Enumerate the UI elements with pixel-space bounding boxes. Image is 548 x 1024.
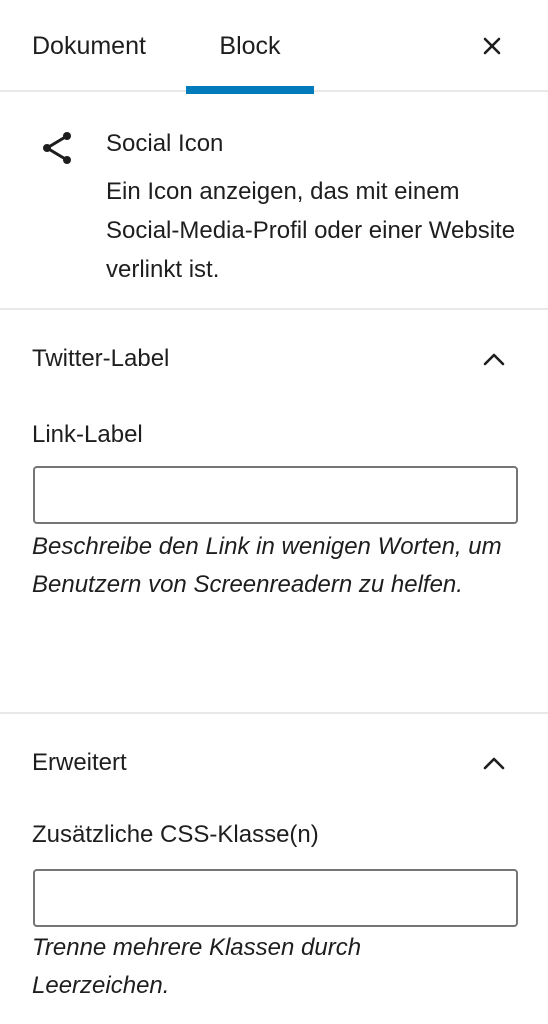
tab-block[interactable]: Block <box>186 0 314 94</box>
chevron-up-icon[interactable] <box>480 346 508 374</box>
panel-toggle-twitter-label[interactable]: Twitter-Label <box>32 340 169 378</box>
link-label-input[interactable] <box>33 466 518 524</box>
block-title: Social Icon <box>106 130 224 157</box>
share-icon <box>38 128 78 168</box>
block-inspector-sidebar: Dokument Block Social Icon Ein Icon anze… <box>0 0 548 1024</box>
tab-dokument[interactable]: Dokument <box>32 0 146 92</box>
chevron-up-icon[interactable] <box>480 750 508 778</box>
block-description: Ein Icon anzeigen, das mit einem Social-… <box>106 178 516 283</box>
sidebar-tabs: Dokument Block <box>0 0 548 94</box>
css-class-field-label: Zusätzliche CSS-Klasse(n) <box>32 821 319 848</box>
css-class-input[interactable] <box>33 869 518 927</box>
link-label-field-label: Link-Label <box>32 421 143 448</box>
link-label-help: Beschreibe den Link in wenigen Worten, u… <box>32 533 502 598</box>
close-button[interactable] <box>476 30 508 62</box>
panel-erweitert: Erweitert Zusätzliche CSS-Klasse(n) Tren… <box>0 714 548 1024</box>
panel-twitter-label: Twitter-Label Link-Label Beschreibe den … <box>0 310 548 714</box>
panel-toggle-erweitert[interactable]: Erweitert <box>32 744 127 782</box>
tab-block-label: Block <box>219 32 281 60</box>
close-icon <box>476 30 508 62</box>
css-class-help: Trenne mehrere Klassen durch Leerzeichen… <box>32 934 362 999</box>
block-card: Social Icon Ein Icon anzeigen, das mit e… <box>0 92 548 310</box>
